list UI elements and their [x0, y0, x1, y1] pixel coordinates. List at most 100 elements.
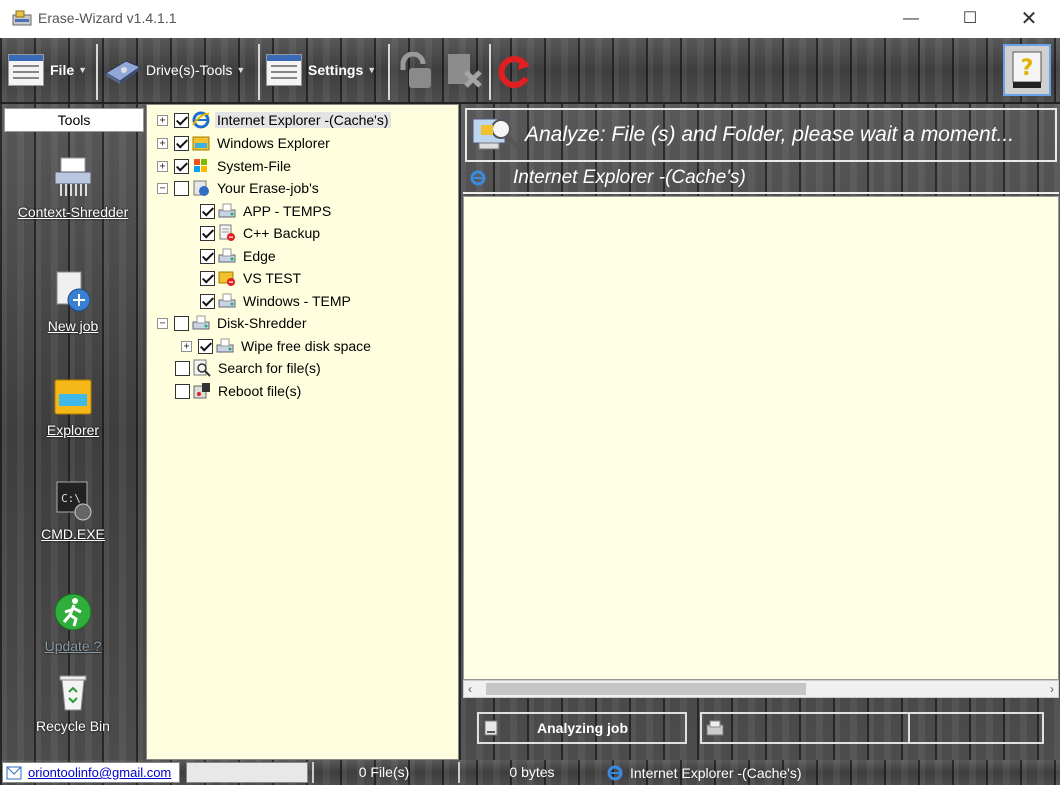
- expand-icon[interactable]: +: [157, 160, 168, 172]
- recycle-bin-icon: [59, 675, 87, 711]
- ie-icon: [192, 111, 210, 129]
- new-job-label: New job: [47, 318, 99, 334]
- windows-logo-icon: [194, 159, 207, 172]
- drive-icon: [218, 293, 236, 308]
- progress-indicator: [700, 712, 1044, 744]
- tree-item-system-file[interactable]: + System-File: [157, 155, 293, 177]
- help-button[interactable]: ?: [1003, 44, 1051, 96]
- scroll-right-icon[interactable]: ›: [1040, 681, 1054, 697]
- toolbar-separator: [96, 44, 98, 100]
- tree-item-label: Your Erase-job's: [217, 180, 319, 196]
- tree-item-label: Disk-Shredder: [217, 315, 307, 331]
- update-tool[interactable]: Update ?: [0, 590, 146, 654]
- cmd-icon: C:\: [56, 481, 92, 521]
- tools-panel: Tools Context-Shredder New job Explorer …: [0, 104, 146, 760]
- lock-icon[interactable]: [395, 52, 435, 90]
- close-button[interactable]: ✕: [1000, 0, 1058, 38]
- drive-icon: [105, 60, 142, 84]
- tree-item-label: Search for file(s): [218, 360, 321, 376]
- tree-item-vs-test[interactable]: VS TEST: [200, 267, 303, 289]
- checkbox[interactable]: [174, 112, 189, 128]
- refresh-icon[interactable]: [496, 52, 532, 90]
- ie-icon: [607, 765, 623, 780]
- checkbox[interactable]: [174, 315, 189, 331]
- settings-menu-button[interactable]: Settings ▼: [266, 50, 376, 90]
- checkbox[interactable]: [175, 360, 190, 376]
- expand-icon[interactable]: +: [181, 340, 192, 352]
- analyzing-job-button[interactable]: Analyzing job: [477, 712, 687, 744]
- tree-item-erase-jobs[interactable]: − Your Erase-job's: [157, 177, 321, 199]
- drive-tools-menu-button[interactable]: Drive(s)-Tools ▼: [104, 50, 245, 90]
- job-tree: + Internet Explorer -(Cache's) + Windows…: [146, 104, 459, 760]
- tree-item-label: System-File: [217, 158, 291, 174]
- checkbox[interactable]: [200, 203, 215, 219]
- checkbox[interactable]: [174, 135, 189, 151]
- checkbox[interactable]: [198, 338, 213, 354]
- results-list[interactable]: [463, 196, 1059, 680]
- tree-item-windows-temp[interactable]: Windows - TEMP: [200, 290, 353, 312]
- file-count: 0 File(s): [312, 762, 454, 783]
- tree-item-cpp-backup[interactable]: C++ Backup: [200, 222, 322, 244]
- ie-icon: [470, 170, 486, 186]
- reboot-icon: [193, 383, 210, 399]
- tree-item-label: Windows Explorer: [217, 135, 330, 151]
- checkbox[interactable]: [175, 383, 190, 399]
- tree-item-search-files[interactable]: Search for file(s): [175, 357, 323, 379]
- checkbox[interactable]: [200, 248, 215, 264]
- tools-header: Tools: [4, 108, 144, 132]
- window-title: Erase-Wizard v1.4.1.1: [38, 10, 177, 26]
- file-menu-label: File: [50, 62, 75, 78]
- title-bar: Erase-Wizard v1.4.1.1 — ☐ ✕: [0, 0, 1060, 38]
- checkbox[interactable]: [200, 225, 215, 241]
- email-contact[interactable]: oriontoolinfo@gmail.com: [2, 762, 180, 783]
- context-shredder-tool[interactable]: Context-Shredder: [0, 156, 146, 220]
- tree-item-label: Reboot file(s): [218, 383, 302, 399]
- tree-item-label: Internet Explorer -(Cache's): [215, 112, 391, 128]
- update-label: Update ?: [44, 638, 102, 654]
- collapse-icon[interactable]: −: [157, 317, 168, 329]
- new-job-tool[interactable]: New job: [0, 270, 146, 334]
- minimize-button[interactable]: —: [882, 0, 940, 38]
- expand-icon[interactable]: +: [157, 114, 168, 126]
- checkbox[interactable]: [200, 270, 215, 286]
- explorer-tool[interactable]: Explorer: [0, 374, 146, 438]
- scroll-left-icon[interactable]: ‹: [468, 681, 482, 697]
- file-menu-button[interactable]: File ▼: [8, 50, 87, 90]
- status-job-label: Internet Explorer -(Cache's): [630, 764, 802, 781]
- context-shredder-label: Context-Shredder: [17, 204, 129, 220]
- recycle-bin-tool[interactable]: Recycle Bin: [0, 670, 146, 734]
- tree-item-reboot-files[interactable]: Reboot file(s): [175, 380, 303, 402]
- drive-tools-label: Drive(s)-Tools: [146, 62, 233, 78]
- scroll-thumb[interactable]: [486, 683, 806, 695]
- analyzing-job-label: Analyzing job: [537, 720, 628, 736]
- search-icon: [193, 359, 211, 377]
- tree-item-app-temps[interactable]: APP - TEMPS: [200, 200, 333, 222]
- tree-item-internet-explorer[interactable]: + Internet Explorer -(Cache's): [157, 109, 391, 131]
- windows-explorer-icon: [192, 136, 210, 151]
- horizontal-scrollbar[interactable]: ‹ ›: [463, 680, 1059, 698]
- tree-item-windows-explorer[interactable]: + Windows Explorer: [157, 132, 332, 154]
- tree-item-label: Windows - TEMP: [243, 293, 351, 309]
- cmd-exe-tool[interactable]: C:\ CMD.EXE: [0, 478, 146, 542]
- byte-count: 0 bytes: [458, 762, 604, 783]
- toolbar: File ▼ Drive(s)-Tools ▼ Settings ▼ ?: [0, 38, 1060, 104]
- progress-divider: [908, 714, 910, 742]
- tree-item-edge[interactable]: Edge: [200, 245, 278, 267]
- maximize-button[interactable]: ☐: [941, 0, 999, 38]
- analyze-banner: Analyze: File (s) and Folder, please wai…: [465, 108, 1057, 162]
- checkbox[interactable]: [200, 293, 215, 309]
- collapse-icon[interactable]: −: [157, 182, 168, 194]
- delete-file-icon[interactable]: [444, 52, 484, 90]
- checkbox[interactable]: [174, 158, 189, 174]
- drive-icon: [218, 203, 236, 218]
- analysis-panel: Analyze: File (s) and Folder, please wai…: [459, 104, 1060, 760]
- expand-icon[interactable]: +: [157, 137, 168, 149]
- toolbar-separator: [388, 44, 390, 100]
- tree-item-wipe-free-space[interactable]: + Wipe free disk space: [181, 335, 373, 357]
- svg-text:?: ?: [1021, 56, 1034, 81]
- checkbox[interactable]: [174, 180, 189, 196]
- toolbar-separator: [258, 44, 260, 100]
- folder-icon: [54, 379, 92, 415]
- tree-item-disk-shredder[interactable]: − Disk-Shredder: [157, 312, 308, 334]
- email-link[interactable]: oriontoolinfo@gmail.com: [28, 765, 171, 780]
